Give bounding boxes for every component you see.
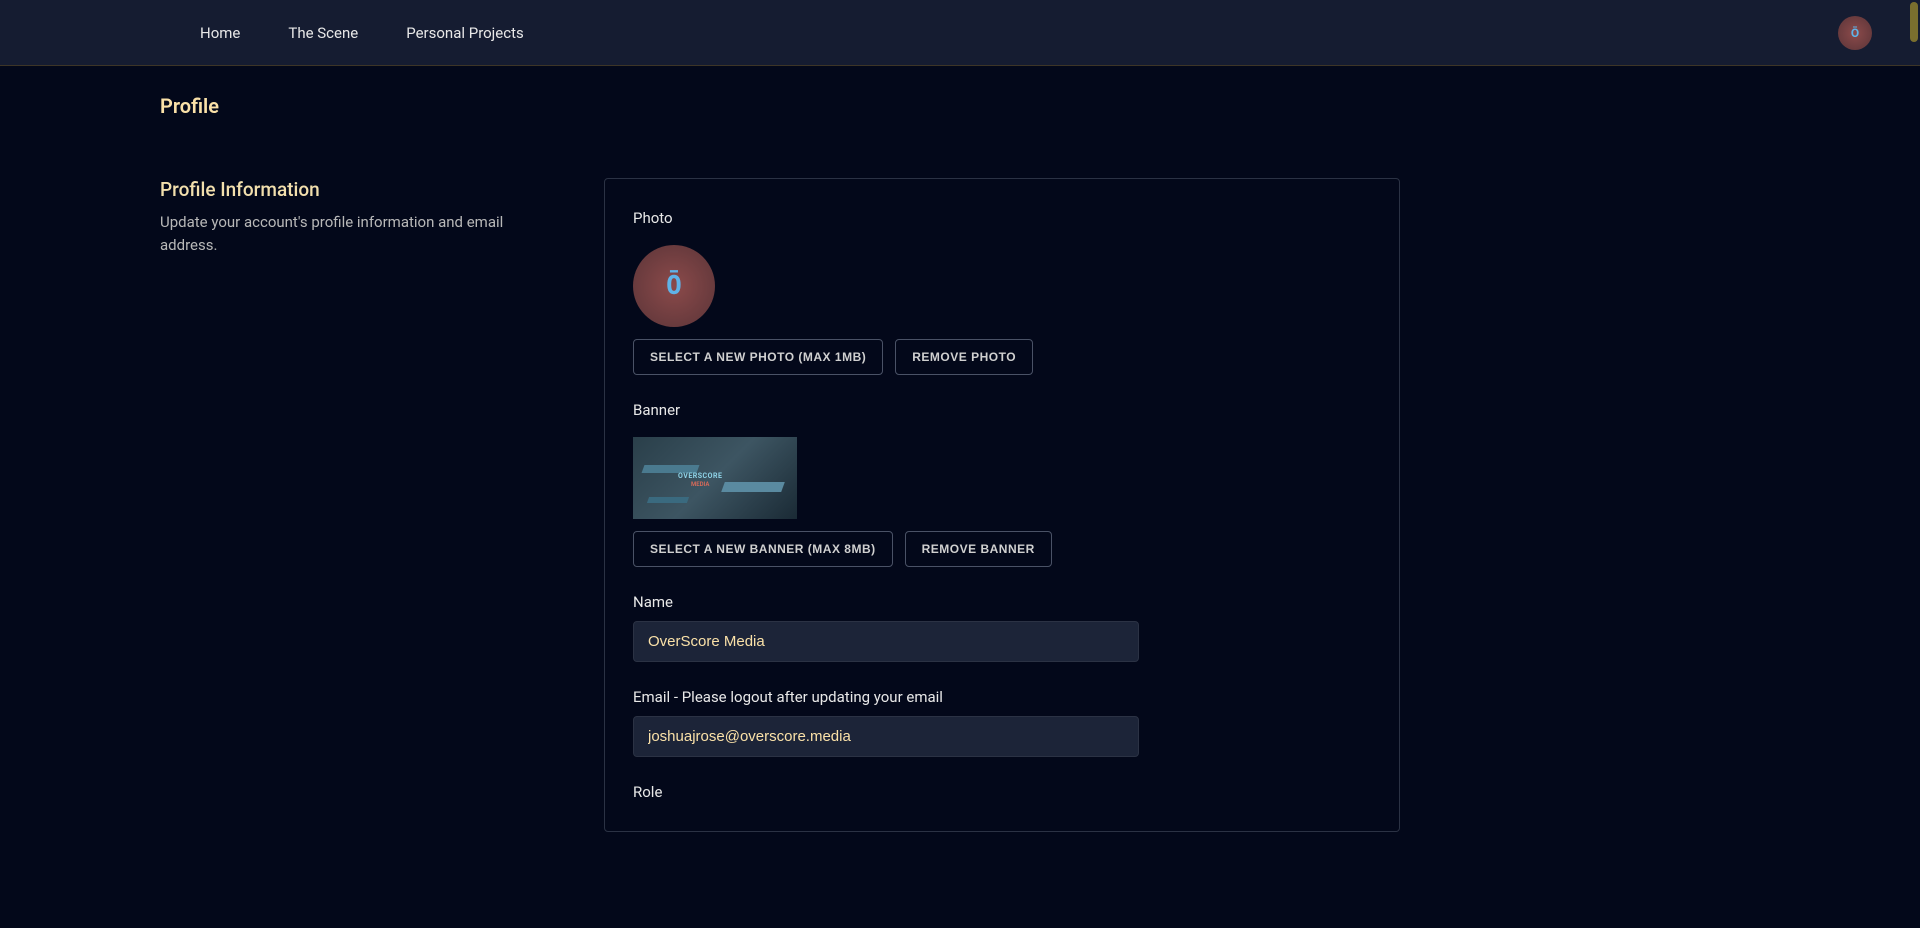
nav-the-scene[interactable]: The Scene <box>264 0 382 65</box>
profile-form-panel: Photo Ō SELECT A NEW PHOTO (MAX 1MB) REM… <box>604 178 1400 832</box>
main-content: Profile Profile Information Update your … <box>0 66 1560 872</box>
remove-photo-button[interactable]: REMOVE PHOTO <box>895 339 1033 375</box>
name-field-group: Name <box>633 593 1371 662</box>
banner-label: Banner <box>633 401 1371 419</box>
photo-button-row: SELECT A NEW PHOTO (MAX 1MB) REMOVE PHOT… <box>633 339 1371 375</box>
section-intro: Profile Information Update your account'… <box>160 178 540 832</box>
email-input[interactable] <box>633 716 1139 757</box>
scrollbar <box>1906 0 1920 928</box>
nav-personal-projects[interactable]: Personal Projects <box>382 0 548 65</box>
section-heading: Profile Information <box>160 178 540 201</box>
content-wrap: Profile Information Update your account'… <box>160 178 1400 832</box>
photo-glyph-icon: Ō <box>666 271 682 301</box>
photo-preview: Ō <box>633 245 715 327</box>
role-field-group: Role <box>633 783 1371 801</box>
banner-field-group: Banner OVERSCORE MEDIA SELECT A NEW BANN… <box>633 401 1371 567</box>
section-description: Update your account's profile informatio… <box>160 211 540 256</box>
nav-home[interactable]: Home <box>0 0 264 65</box>
select-photo-button[interactable]: SELECT A NEW PHOTO (MAX 1MB) <box>633 339 883 375</box>
photo-label: Photo <box>633 209 1371 227</box>
top-nav: Home The Scene Personal Projects Ō <box>0 0 1920 66</box>
banner-button-row: SELECT A NEW BANNER (MAX 8MB) REMOVE BAN… <box>633 531 1371 567</box>
role-label: Role <box>633 783 1371 801</box>
name-label: Name <box>633 593 1371 611</box>
email-field-group: Email - Please logout after updating you… <box>633 688 1371 757</box>
remove-banner-button[interactable]: REMOVE BANNER <box>905 531 1052 567</box>
select-banner-button[interactable]: SELECT A NEW BANNER (MAX 8MB) <box>633 531 893 567</box>
photo-field-group: Photo Ō SELECT A NEW PHOTO (MAX 1MB) REM… <box>633 209 1371 375</box>
banner-preview: OVERSCORE MEDIA <box>633 437 797 519</box>
email-label: Email - Please logout after updating you… <box>633 688 1371 706</box>
banner-graphic-icon: OVERSCORE MEDIA <box>633 437 797 519</box>
avatar-glyph-icon: Ō <box>1851 26 1859 40</box>
page-title: Profile <box>160 94 1400 118</box>
user-avatar-menu[interactable]: Ō <box>1838 16 1872 50</box>
nav-items-container: Home The Scene Personal Projects <box>0 0 548 65</box>
name-input[interactable] <box>633 621 1139 662</box>
